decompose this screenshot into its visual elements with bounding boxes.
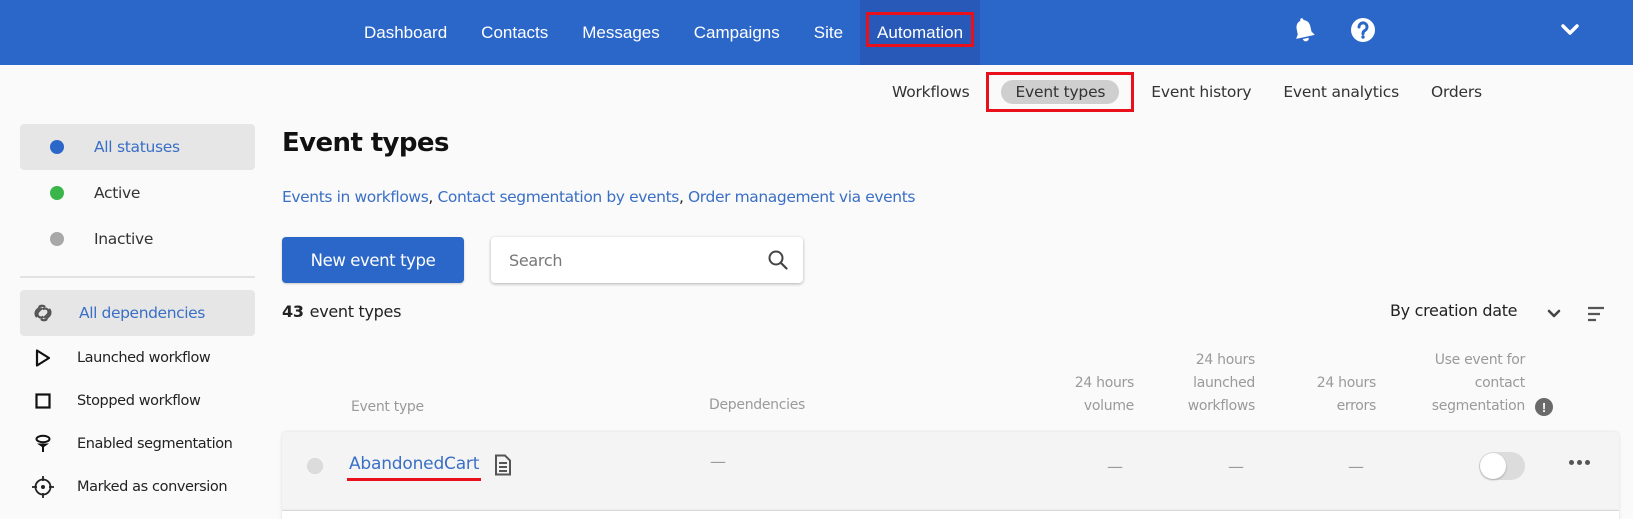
column-header-event-type: Event type [351,399,424,415]
table-row[interactable]: AbandonedCart — — — — [282,432,1619,511]
tab-orders[interactable]: Orders [1415,74,1498,110]
tab-label: Event analytics [1283,83,1399,101]
sub-nav: Workflows Event types Event history Even… [876,72,1498,112]
filter-label: All dependencies [79,304,205,322]
launched-value: — [1228,457,1244,476]
search-icon[interactable] [767,249,789,271]
tab-label: Orders [1430,83,1482,101]
sidebar: All statuses Active Inactive All depende… [20,124,255,508]
search-input[interactable] [509,250,759,270]
dot [1584,459,1590,465]
count-label: event types [309,302,402,321]
column-header-errors: 24 hours errors [1240,372,1377,418]
header-line: contact [1474,375,1526,391]
filter-label: Stopped workflow [77,392,201,409]
volume-value: — [1107,457,1123,476]
play-icon [31,346,55,370]
main-nav: Dashboard Contacts Messages Campaigns Si… [347,0,981,65]
filter-label: All statuses [94,138,180,156]
filter-launched-workflow[interactable]: Launched workflow [20,336,255,379]
status-dot-icon [50,186,64,200]
tab-event-history[interactable]: Event history [1135,74,1267,110]
document-icon[interactable] [494,454,512,476]
tab-label: Event types [1001,80,1120,104]
filter-stopped-workflow[interactable]: Stopped workflow [20,379,255,422]
toggle-knob [1480,453,1506,479]
status-dot-icon [307,458,323,474]
filter-label: Marked as conversion [77,478,228,495]
more-options-icon[interactable] [1564,450,1594,474]
tab-event-types[interactable]: Event types [985,72,1135,112]
filter-marked-as-conversion[interactable]: Marked as conversion [20,465,255,508]
dot [1576,459,1582,465]
tab-label: Workflows [892,83,970,101]
segmentation-toggle[interactable] [1479,452,1525,480]
filter-enabled-segmentation[interactable]: Enabled segmentation [20,422,255,465]
header-line: 24 hours [1074,375,1135,391]
sort-order-icon[interactable] [1586,304,1606,324]
nav-contacts[interactable]: Contacts [464,0,565,65]
info-icon[interactable]: ! [1535,398,1553,416]
target-icon [31,475,55,499]
filter-all-dependencies[interactable]: All dependencies [20,290,255,336]
chevron-down-icon[interactable] [1557,15,1583,45]
dependencies-value: — [710,452,726,471]
dot [1568,459,1574,465]
status-dot-icon [50,140,64,154]
top-bar: Dashboard Contacts Messages Campaigns Si… [0,0,1633,65]
header-line: 24 hours [1316,375,1377,391]
event-type-count: 43 event types [282,302,401,321]
filter-label: Launched workflow [77,349,211,366]
nav-messages[interactable]: Messages [565,0,676,65]
errors-value: — [1348,457,1364,476]
header-line: workflows [1187,398,1256,414]
filter-label: Inactive [94,230,154,248]
filter-label: Enabled segmentation [77,435,233,452]
filter-label: Active [94,184,141,202]
nav-dashboard[interactable]: Dashboard [347,0,464,65]
tab-event-analytics[interactable]: Event analytics [1267,74,1415,110]
nav-site[interactable]: Site [797,0,860,65]
column-header-segmentation: Use event for contact segmentation [1370,349,1526,418]
filter-inactive[interactable]: Inactive [20,216,255,262]
bell-icon[interactable] [1291,15,1317,45]
nav-automation[interactable]: Automation [860,0,981,65]
sort-label: By creation date [1390,301,1518,320]
filter-active[interactable]: Active [20,170,255,216]
header-line: volume [1083,398,1134,414]
link-order-management[interactable]: Order management via events [688,188,915,206]
tab-workflows[interactable]: Workflows [876,74,985,110]
link-contact-segmentation[interactable]: Contact segmentation by events [437,188,679,206]
header-line: segmentation [1431,398,1526,414]
column-header-launched-workflows: 24 hours launched workflows [1120,349,1256,418]
header-line: 24 hours [1195,352,1256,368]
search-box [491,237,803,283]
link-events-in-workflows[interactable]: Events in workflows [282,188,429,206]
column-header-dependencies: Dependencies [709,397,806,413]
tab-label: Event history [1151,83,1252,101]
nav-campaigns[interactable]: Campaigns [677,0,797,65]
page-title: Event types [282,128,449,158]
header-line: Use event for [1434,352,1526,368]
table-row[interactable] [282,511,1619,519]
sort-select[interactable]: By creation date [1390,301,1518,320]
column-header-volume: 24 hours volume [1000,372,1135,418]
help-links: Events in workflows, Contact segmentatio… [282,188,915,206]
count-number: 43 [282,302,304,321]
help-icon[interactable] [1350,15,1376,45]
chevron-down-icon[interactable] [1544,304,1564,324]
header-line: errors [1336,398,1377,414]
sidebar-divider [20,276,255,278]
new-event-type-button[interactable]: New event type [282,237,464,283]
link-icon [31,301,55,325]
link-separator: , [678,188,688,206]
funnel-icon [31,432,55,456]
status-dot-icon [50,232,64,246]
stop-icon [31,389,55,413]
event-type-name-link[interactable]: AbandonedCart [346,454,482,481]
filter-all-statuses[interactable]: All statuses [20,124,255,170]
header-line: launched [1193,375,1255,391]
